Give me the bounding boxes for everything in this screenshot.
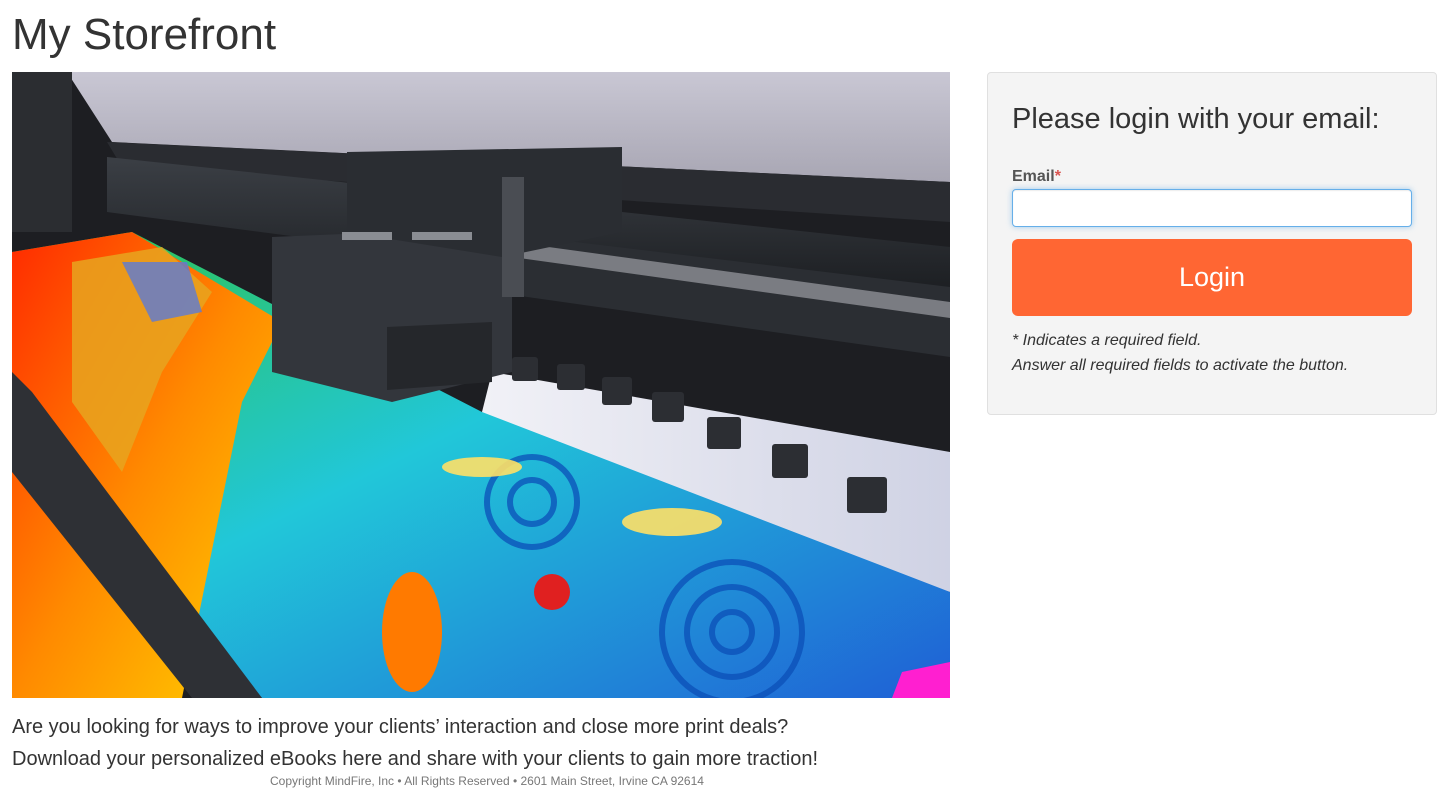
required-note-line-2: Answer all required fields to activate t… bbox=[1012, 357, 1349, 374]
page-title: My Storefront bbox=[12, 10, 277, 59]
promo-line-2: Download your personalized eBooks here a… bbox=[12, 748, 818, 770]
required-marker: * bbox=[1054, 168, 1061, 185]
login-panel: Please login with your email: Email* Log… bbox=[987, 72, 1437, 415]
hero-image bbox=[12, 72, 950, 698]
required-note-line-1: * Indicates a required field. bbox=[1012, 332, 1202, 349]
footer-copyright: Copyright MindFire, Inc • All Rights Res… bbox=[270, 774, 704, 788]
email-label-text: Email bbox=[1012, 168, 1055, 185]
login-button[interactable]: Login bbox=[1012, 239, 1412, 316]
promo-line-1: Are you looking for ways to improve your… bbox=[12, 716, 789, 738]
login-heading: Please login with your email: bbox=[1012, 103, 1380, 135]
email-field[interactable] bbox=[1012, 189, 1412, 227]
promo-text: Are you looking for ways to improve your… bbox=[12, 711, 962, 775]
required-field-note: * Indicates a required field. Answer all… bbox=[1012, 328, 1348, 378]
email-label: Email* bbox=[1012, 168, 1061, 186]
